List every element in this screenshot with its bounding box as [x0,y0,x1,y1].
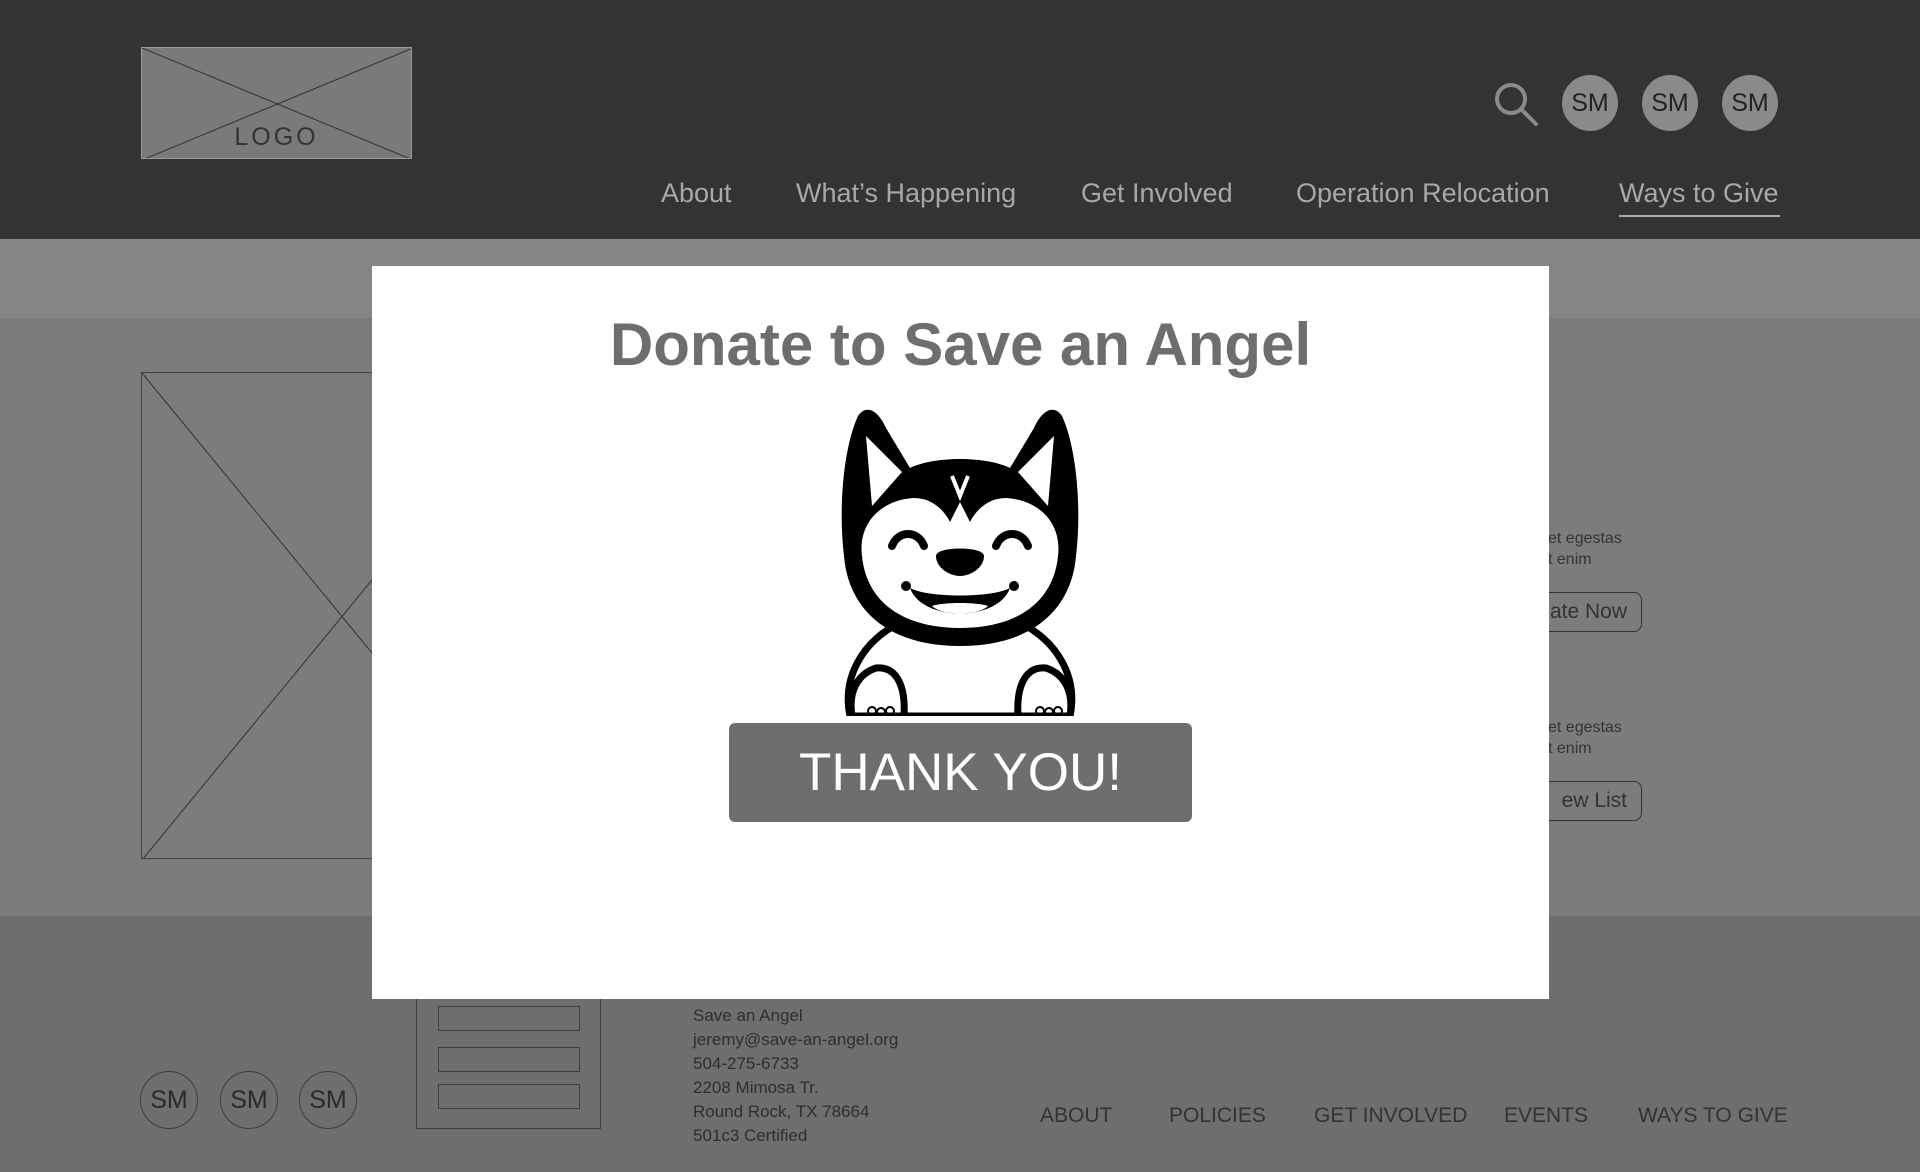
thank-you-button[interactable]: THANK YOU! [729,723,1192,822]
body-text-line: t enim [1548,740,1592,757]
form-field[interactable] [438,1006,580,1031]
footer-link-about[interactable]: ABOUT [1040,1104,1112,1128]
logo-placeholder[interactable]: LOGO [141,47,412,159]
nav-about[interactable]: About [661,178,732,209]
husky-puppy-illustration [841,409,1079,716]
contact-address-city: Round Rock, TX 78664 [693,1102,870,1121]
modal-title: Donate to Save an Angel [609,311,1312,378]
body-text-line: et egestas [1548,719,1622,736]
site-header: LOGO SM SM SM About What’s Happening Get… [0,0,1920,239]
search-icon[interactable] [1492,80,1540,128]
logo-text: LOGO [234,123,319,151]
nav-operation-relocation[interactable]: Operation Relocation [1296,178,1550,209]
footer-social-link-1[interactable]: SM [140,1071,198,1129]
contact-phone: 504-275-6733 [693,1054,799,1073]
header-social-link-3[interactable]: SM [1722,75,1778,131]
contact-certification: 501c3 Certified [693,1126,808,1145]
contact-org-name: Save an Angel [693,1006,803,1025]
nav-active-underline [1619,215,1780,217]
footer-link-policies[interactable]: POLICIES [1169,1104,1266,1128]
nav-whats-happening[interactable]: What’s Happening [796,178,1016,209]
footer-link-events[interactable]: EVENTS [1504,1104,1588,1128]
donate-modal: Donate to Save an Angel THANK YOU! [372,266,1549,999]
form-field[interactable] [438,1047,580,1072]
header-social-link-2[interactable]: SM [1642,75,1698,131]
nav-get-involved[interactable]: Get Involved [1081,178,1233,209]
footer-social-link-2[interactable]: SM [220,1071,278,1129]
body-text-line: t enim [1548,551,1592,568]
newsletter-form [416,980,601,1129]
nav-ways-to-give[interactable]: Ways to Give [1619,178,1779,209]
form-field[interactable] [438,1084,580,1109]
footer-link-ways-to-give[interactable]: WAYS TO GIVE [1638,1104,1788,1128]
contact-address-street: 2208 Mimosa Tr. [693,1078,819,1097]
footer-social-link-3[interactable]: SM [299,1071,357,1129]
footer-link-get-involved[interactable]: GET INVOLVED [1314,1104,1467,1128]
header-social-link-1[interactable]: SM [1562,75,1618,131]
body-text-line: et egestas [1548,530,1622,547]
contact-email[interactable]: jeremy@save-an-angel.org [693,1030,898,1050]
